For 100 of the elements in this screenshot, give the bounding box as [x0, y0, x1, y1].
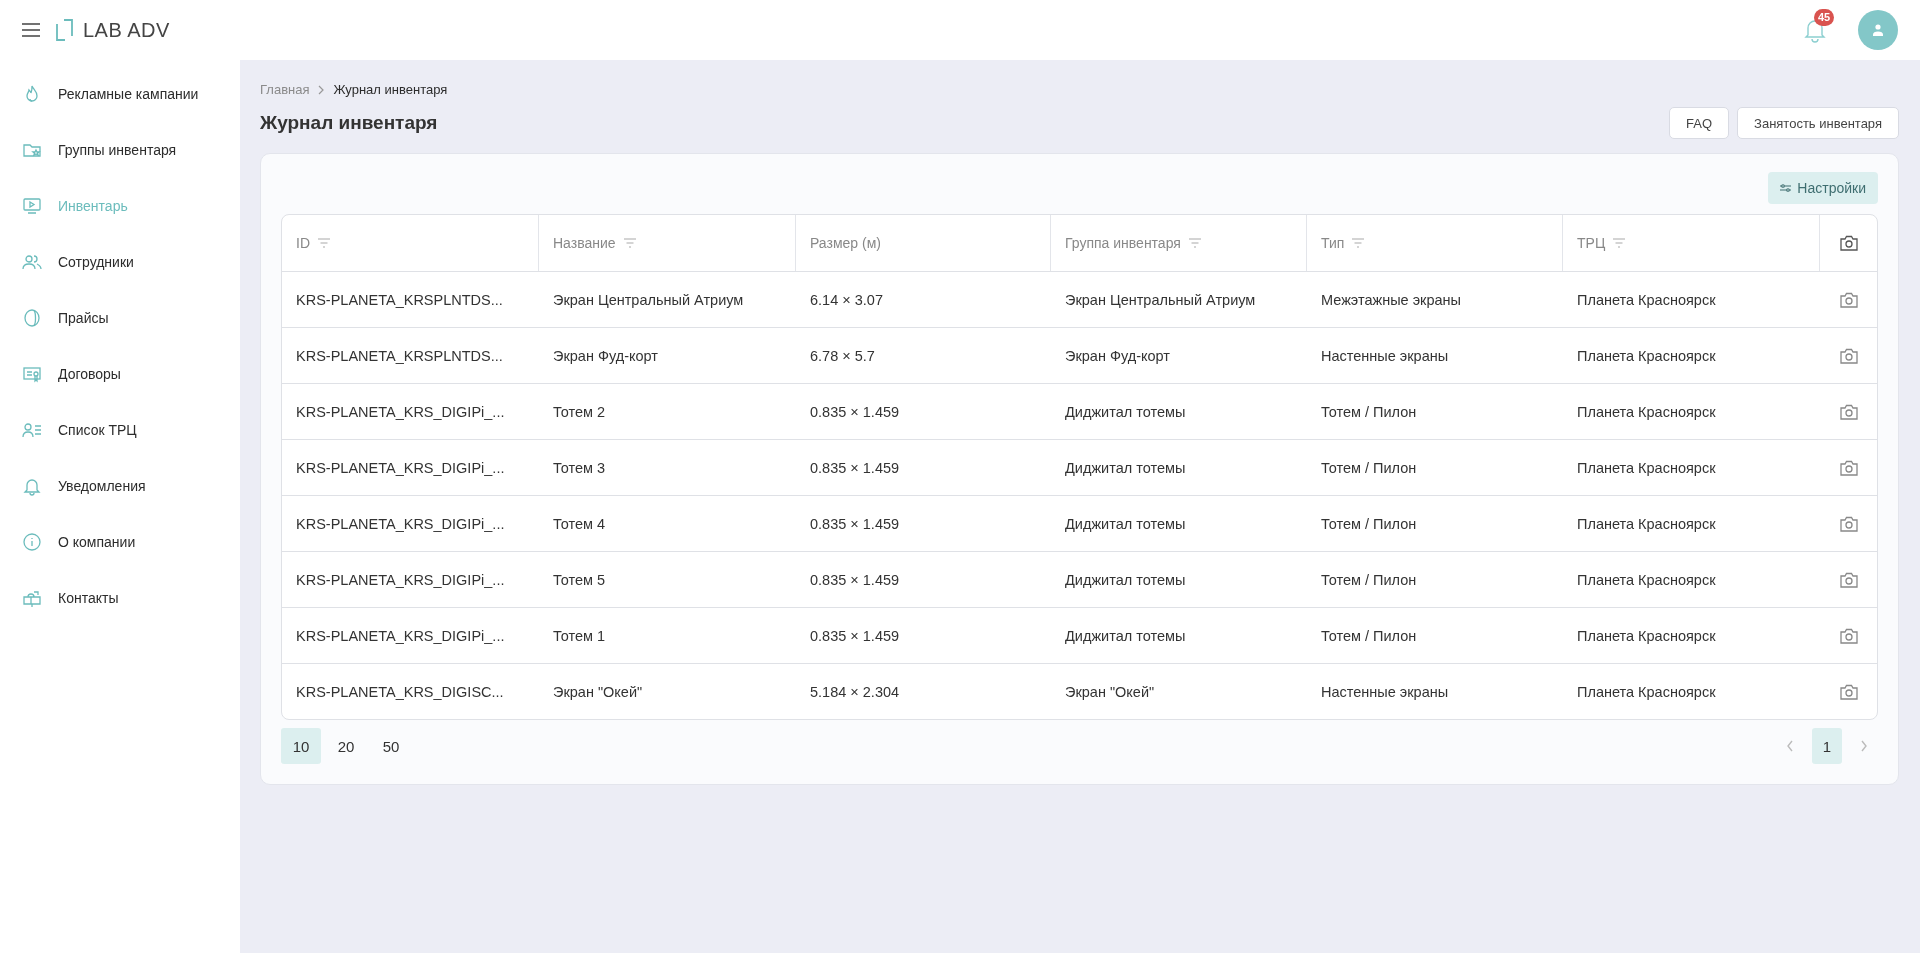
column-header: Группа инвентаря	[1065, 235, 1181, 251]
table-cell: Тотем 1	[553, 627, 606, 644]
filter-icon[interactable]	[1188, 238, 1201, 248]
table-cell: Экран Центральный Атриум	[1065, 291, 1256, 308]
table-cell: Экран "Окей"	[1065, 683, 1155, 700]
sidebar-item[interactable]: Контакты	[0, 570, 240, 626]
table-cell: Диджитал тотемы	[1065, 459, 1186, 476]
table-cell: KRS-PLANETA_KRSPLNTDS...	[296, 347, 503, 364]
table-cell: 0.835 × 1.459	[810, 515, 900, 532]
page-size-option[interactable]: 20	[326, 728, 366, 764]
column-header: Название	[553, 235, 616, 251]
camera-icon	[1839, 515, 1858, 532]
camera-icon	[1839, 683, 1858, 700]
table-cell: Планета Красноярск	[1577, 347, 1716, 364]
sidebar-item[interactable]: Уведомления	[0, 458, 240, 514]
sidebar-item[interactable]: Рекламные кампании	[0, 66, 240, 122]
camera-icon	[1839, 571, 1858, 588]
table-cell: Тотем / Пилон	[1321, 515, 1417, 532]
column-header: Размер (м)	[810, 235, 881, 251]
camera-icon	[1839, 403, 1858, 420]
table-cell: KRS-PLANETA_KRS_DIGIPi_...	[296, 627, 505, 644]
table-cell: Диджитал тотемы	[1065, 627, 1186, 644]
table-cell: Настенные экраны	[1321, 683, 1449, 700]
table-cell: Экран Фуд-корт	[1065, 347, 1170, 364]
chevron-icon	[317, 84, 326, 95]
table-cell: Экран "Окей"	[553, 683, 643, 700]
table-cell: 0.835 × 1.459	[810, 571, 900, 588]
sidebar-item[interactable]: Договоры	[0, 346, 240, 402]
table-cell: 0.835 × 1.459	[810, 459, 900, 476]
settings-button[interactable]: Настройки	[1768, 172, 1878, 204]
table-cell: Тотем 2	[553, 403, 606, 420]
next-page-icon[interactable]	[1860, 740, 1868, 752]
notification-badge: 45	[1814, 9, 1835, 26]
table-cell: 5.184 × 2.304	[810, 683, 900, 700]
table-cell: Планета Красноярск	[1577, 459, 1716, 476]
table-cell: Экран Центральный Атриум	[553, 291, 744, 308]
sidebar-icon	[22, 308, 42, 328]
sidebar-item[interactable]: Группы инвентаря	[0, 122, 240, 178]
sidebar-icon	[22, 252, 42, 272]
logo-text: LAB ADV	[83, 18, 170, 42]
table-cell: Тотем 5	[553, 571, 606, 588]
page-size-option[interactable]: 10	[281, 728, 321, 764]
logo-icon	[56, 19, 73, 41]
sidebar-item[interactable]: Прайсы	[0, 290, 240, 346]
page-title: Журнал инвентаря	[260, 112, 439, 134]
table-cell: Диджитал тотемы	[1065, 571, 1186, 588]
table-cell: Межэтажные экраны	[1321, 291, 1461, 308]
sidebar-icon	[22, 420, 42, 440]
camera-icon[interactable]	[1839, 235, 1858, 251]
sidebar-icon	[22, 364, 42, 384]
table-cell: Планета Красноярск	[1577, 403, 1716, 420]
prev-page-icon[interactable]	[1786, 740, 1794, 752]
table-cell: Настенные экраны	[1321, 347, 1449, 364]
sidebar-icon	[22, 588, 42, 608]
table-cell: Тотем / Пилон	[1321, 627, 1417, 644]
table-cell: Планета Красноярск	[1577, 683, 1716, 700]
table-cell: KRS-PLANETA_KRS_DIGIPi_...	[296, 571, 505, 588]
sliders-icon	[1780, 183, 1792, 193]
header-button[interactable]: Занятость инвентаря	[1737, 107, 1899, 139]
table-cell: Диджитал тотемы	[1065, 403, 1186, 420]
table-cell: Диджитал тотемы	[1065, 515, 1186, 532]
table-cell: Планета Красноярск	[1577, 571, 1716, 588]
table-cell: KRS-PLANETA_KRS_DIGIPi_...	[296, 459, 505, 476]
camera-icon	[1839, 459, 1858, 476]
menu-icon[interactable]	[22, 23, 40, 37]
sidebar-icon	[22, 476, 42, 496]
column-header: Тип	[1321, 235, 1345, 251]
breadcrumb-link[interactable]: Журнал инвентаря	[333, 82, 448, 97]
header-button[interactable]: FAQ	[1669, 107, 1730, 139]
column-header: ТРЦ	[1577, 235, 1606, 251]
table-cell: Тотем 3	[553, 459, 606, 476]
table-cell: KRS-PLANETA_KRS_DIGIPi_...	[296, 403, 505, 420]
table-cell: KRS-PLANETA_KRSPLNTDS...	[296, 291, 503, 308]
table-cell: Планета Красноярск	[1577, 627, 1716, 644]
table-cell: 0.835 × 1.459	[810, 627, 900, 644]
page-size-option[interactable]: 50	[371, 728, 411, 764]
sidebar-item[interactable]: О компании	[0, 514, 240, 570]
table-cell: Планета Красноярск	[1577, 515, 1716, 532]
table-cell: Планета Красноярск	[1577, 291, 1716, 308]
filter-icon[interactable]	[318, 238, 330, 248]
table-cell: KRS-PLANETA_KRS_DIGIPi_...	[296, 515, 505, 532]
sidebar-item[interactable]: Сотрудники	[0, 234, 240, 290]
table-cell: Тотем / Пилон	[1321, 459, 1417, 476]
sidebar-icon	[22, 196, 42, 216]
table-cell: 0.835 × 1.459	[810, 403, 900, 420]
table-cell: Тотем 4	[553, 515, 606, 532]
camera-icon	[1839, 347, 1858, 364]
table-cell: Экран Фуд-корт	[553, 347, 658, 364]
table-cell: Тотем / Пилон	[1321, 403, 1417, 420]
sidebar-item[interactable]: Список ТРЦ	[0, 402, 240, 458]
user-avatar[interactable]	[1858, 10, 1898, 50]
table-cell: 6.14 × 3.07	[810, 291, 883, 308]
table-cell: KRS-PLANETA_KRS_DIGISC...	[296, 683, 504, 700]
filter-icon[interactable]	[1613, 238, 1626, 248]
filter-icon[interactable]	[623, 238, 636, 248]
page-number[interactable]: 1	[1812, 728, 1842, 764]
column-header: ID	[296, 235, 310, 251]
camera-icon	[1839, 291, 1858, 308]
table-cell: Тотем / Пилон	[1321, 571, 1417, 588]
filter-icon[interactable]	[1352, 238, 1365, 248]
